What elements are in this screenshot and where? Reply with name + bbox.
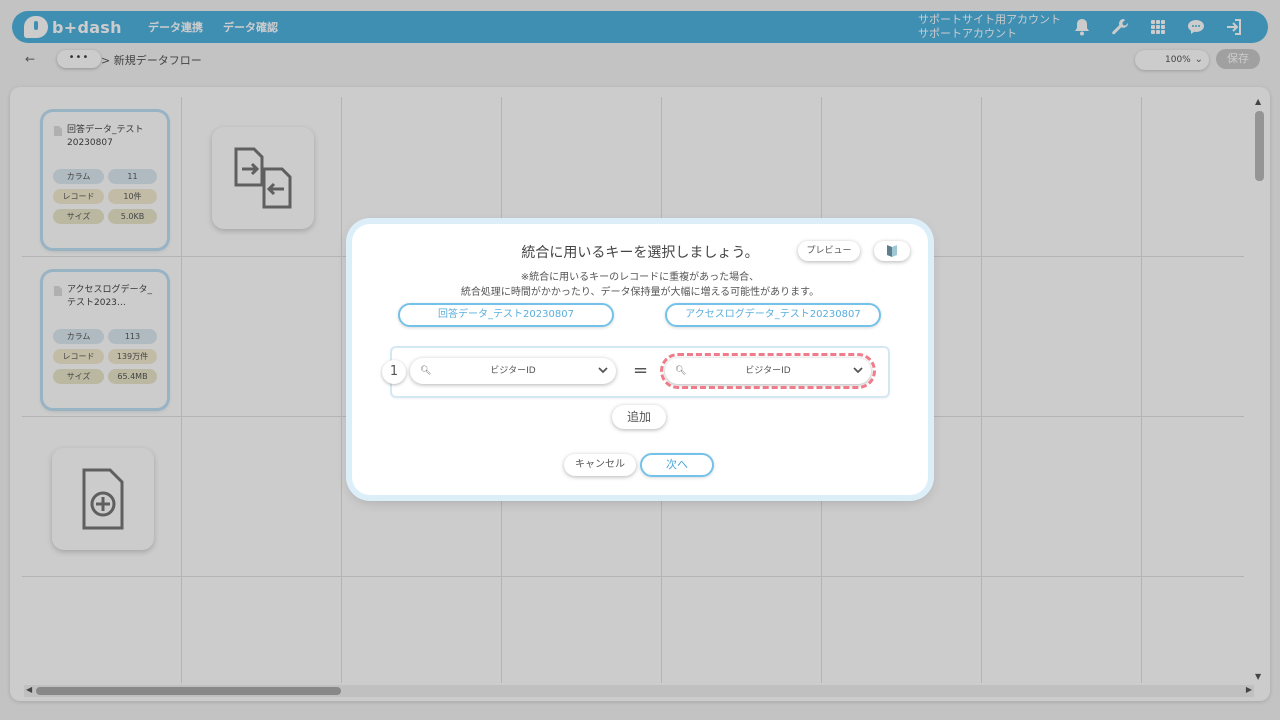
- add-key-button[interactable]: 追加: [612, 405, 666, 429]
- warning-line: ※統合に用いるキーのレコードに重複があった場合、: [520, 272, 760, 283]
- key-row-number: 1: [382, 360, 406, 384]
- right-key-select[interactable]: 🔍︎ ビジターID: [660, 353, 876, 389]
- left-key-select[interactable]: 🔍︎ ビジターID: [410, 358, 616, 384]
- search-icon: 🔍︎: [675, 366, 687, 376]
- search-icon: 🔍︎: [420, 366, 432, 376]
- warning-line: 統合処理に時間がかかったり、データ保持量が大幅に増える可能性があります。: [460, 287, 820, 298]
- join-key-dialog: 統合に用いるキーを選択しましょう。 プレビュー ※統合に用いるキーのレコードに重…: [352, 224, 928, 495]
- duplicate-key-warning: ※統合に用いるキーのレコードに重複があった場合、 統合処理に時間がかかったり、デ…: [352, 270, 928, 300]
- source-right-button[interactable]: アクセスログデータ_テスト20230807: [665, 303, 881, 327]
- beginner-guide-button[interactable]: [874, 241, 910, 261]
- chevron-down-icon: [598, 367, 608, 374]
- right-key-value: ビジターID: [745, 366, 791, 376]
- beginner-mark-icon: [887, 245, 897, 257]
- source-left-button[interactable]: 回答データ_テスト20230807: [398, 303, 614, 327]
- left-key-value: ビジターID: [490, 366, 536, 376]
- cancel-button[interactable]: キャンセル: [564, 454, 636, 476]
- equals-sign: =: [633, 360, 649, 381]
- next-button[interactable]: 次へ: [640, 453, 714, 477]
- key-pair-row: 1 🔍︎ ビジターID = 🔍︎ ビジターID: [382, 348, 888, 396]
- preview-button[interactable]: プレビュー: [798, 241, 860, 261]
- chevron-down-icon: [853, 367, 863, 374]
